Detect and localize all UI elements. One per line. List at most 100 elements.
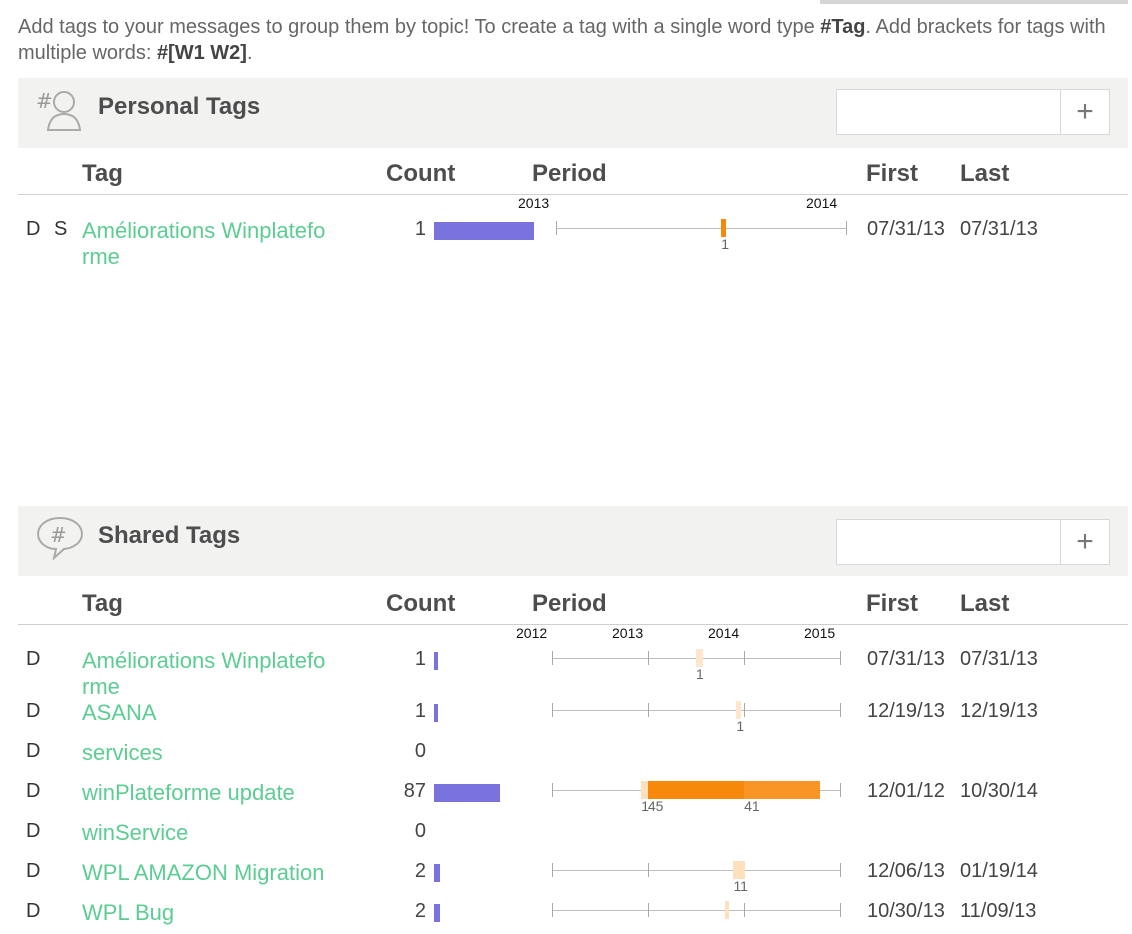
tag-row: DwinPlateforme update 87 1 45 41 12/01/12 10/3… xyxy=(18,774,1128,814)
timeline-tick xyxy=(840,903,841,917)
personal-add-tag-button[interactable]: + xyxy=(1061,90,1109,134)
tag-row: DwinService 0 xyxy=(18,814,1128,854)
first-date: 07/31/13 xyxy=(867,648,945,670)
col-period[interactable]: Period xyxy=(532,160,607,188)
delete-tag-action[interactable]: D xyxy=(26,700,40,723)
intro-part1: Add tags to your messages to group them … xyxy=(18,16,821,38)
intro-text: Add tags to your messages to group them … xyxy=(18,14,1132,66)
col-period[interactable]: Period xyxy=(532,590,607,618)
tag-name-link[interactable]: Améliorations Winplatefo rme xyxy=(82,648,332,700)
tag-name-link[interactable]: winPlateforme update xyxy=(82,780,332,806)
timeline-tick xyxy=(648,903,649,917)
delete-tag-action[interactable]: D xyxy=(26,648,40,671)
period-mark xyxy=(721,219,726,237)
col-last[interactable]: Last xyxy=(960,590,1009,618)
shared-tags-title: Shared Tags xyxy=(98,522,241,549)
shared-new-tag-input[interactable] xyxy=(837,520,1061,564)
personal-tags-header: # Personal Tags + xyxy=(18,78,1128,148)
delete-tag-action[interactable]: D xyxy=(26,900,40,923)
tag-name-link[interactable]: WPL AMAZON Migration xyxy=(82,860,332,886)
intro-part3: . xyxy=(246,42,253,64)
svg-text:#: # xyxy=(36,89,53,113)
tag-name-link[interactable]: Améliorations Winplatefo rme xyxy=(82,218,332,270)
col-first[interactable]: First xyxy=(866,160,918,188)
last-date: 01/19/14 xyxy=(960,860,1038,882)
year-label: 2014 xyxy=(806,195,838,211)
tag-count: 0 xyxy=(414,740,426,762)
last-date: 07/31/13 xyxy=(960,648,1038,670)
tag-name-link[interactable]: services xyxy=(82,740,332,766)
last-date: 11/09/13 xyxy=(960,900,1037,922)
col-count[interactable]: Count xyxy=(386,590,455,618)
col-first[interactable]: First xyxy=(866,590,918,618)
period-mark-label: 1 xyxy=(736,718,745,734)
last-date: 10/30/14 xyxy=(960,780,1038,802)
delete-tag-action[interactable]: D xyxy=(26,860,40,883)
tag-name-link[interactable]: ASANA xyxy=(82,700,332,726)
timeline-baseline xyxy=(552,870,840,871)
timeline-tick xyxy=(552,783,553,797)
personal-new-tag-input[interactable] xyxy=(837,90,1061,134)
shared-add-tag-box: + xyxy=(836,519,1110,565)
timeline-tick xyxy=(840,703,841,717)
tag-row: D WPL AMAZON Migration 2 11 12/06/13 01/19/14 xyxy=(18,854,1128,894)
tag-count: 2 xyxy=(414,860,426,882)
tag-count: 0 xyxy=(414,820,426,842)
period-mark xyxy=(744,781,820,799)
tag-count: 2 xyxy=(414,900,426,922)
tag-name-link[interactable]: WPL Bug xyxy=(82,900,332,926)
tag-count: 1 xyxy=(414,700,426,722)
delete-tag-action[interactable]: D xyxy=(26,218,40,241)
timeline-tick xyxy=(552,703,553,717)
timeline-tick xyxy=(744,703,745,717)
year-label: 2013 xyxy=(518,195,550,211)
count-bar xyxy=(434,864,440,882)
shared-add-tag-button[interactable]: + xyxy=(1061,520,1109,564)
timeline-tick xyxy=(840,783,841,797)
period-mark-label: 1 xyxy=(721,236,730,252)
timeline-tick xyxy=(846,221,847,235)
timeline-tick xyxy=(840,863,841,877)
intro-example-multi: #[W1 W2] xyxy=(156,42,247,64)
col-count[interactable]: Count xyxy=(386,160,455,188)
year-label: 2012 xyxy=(516,625,548,641)
tag-count: 1 xyxy=(414,648,426,670)
col-last[interactable]: Last xyxy=(960,160,1009,188)
last-date: 07/31/13 xyxy=(960,218,1038,240)
timeline-tick xyxy=(552,651,553,665)
shared-tags-icon: # xyxy=(36,516,84,560)
col-tag[interactable]: Tag xyxy=(82,160,123,188)
count-bar xyxy=(434,904,440,922)
shared-column-header: Tag Count Period First Last xyxy=(18,580,1128,625)
personal-add-tag-box: + xyxy=(836,89,1110,135)
tag-name-link[interactable]: winService xyxy=(82,820,332,846)
period-mark xyxy=(733,861,745,879)
timeline-tick xyxy=(840,651,841,665)
period-mark-label: 45 xyxy=(647,798,664,814)
period-mark xyxy=(724,901,730,919)
first-date: 12/01/12 xyxy=(867,780,945,802)
delete-tag-action[interactable]: D xyxy=(26,740,40,763)
period-mark xyxy=(647,781,745,799)
delete-tag-action[interactable]: D xyxy=(26,780,40,803)
first-date: 07/31/13 xyxy=(867,218,945,240)
delete-tag-action[interactable]: D xyxy=(26,820,40,843)
svg-text:#: # xyxy=(50,523,67,547)
tag-row: D ASANA 1 1 12/19/13 12/19/13 xyxy=(18,694,1128,734)
col-tag[interactable]: Tag xyxy=(82,590,123,618)
personal-column-header: Tag Count Period First Last xyxy=(18,150,1128,195)
tag-count: 87 xyxy=(403,780,426,802)
share-tag-action[interactable]: S xyxy=(54,218,67,241)
timeline-baseline xyxy=(552,710,840,711)
tag-count: 1 xyxy=(414,218,426,240)
year-label: 2014 xyxy=(708,625,740,641)
timeline-tick xyxy=(648,651,649,665)
personal-tags-title: Personal Tags xyxy=(98,93,261,120)
period-mark-label: 1 xyxy=(696,666,704,682)
last-date: 12/19/13 xyxy=(960,700,1038,722)
tag-row: D WPL Bug 2 10/30/13 11/09/13 xyxy=(18,894,1128,934)
timeline-tick xyxy=(648,703,649,717)
timeline-tick xyxy=(556,221,557,235)
period-mark-label: 41 xyxy=(744,798,760,814)
timeline-tick xyxy=(744,903,745,917)
